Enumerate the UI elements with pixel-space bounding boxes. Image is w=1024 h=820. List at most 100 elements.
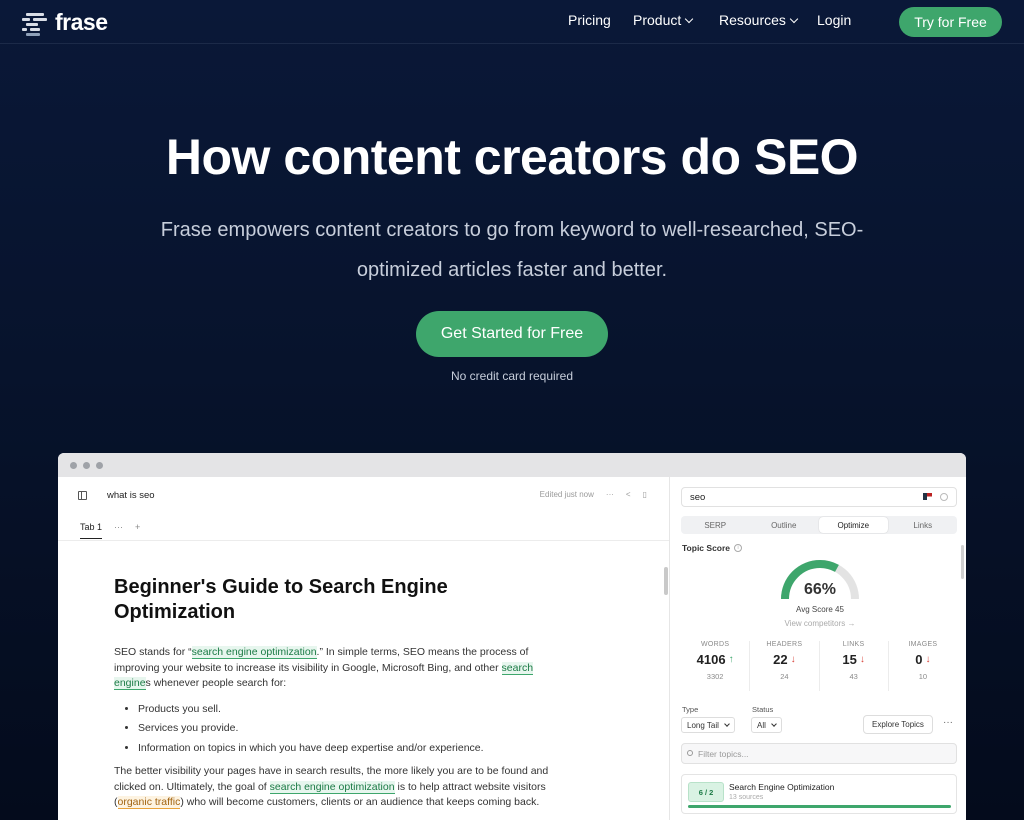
stat-value: 4106 <box>696 652 726 667</box>
stat-label: HEADERS <box>766 641 803 648</box>
window-titlebar <box>58 453 966 477</box>
tab-optimize[interactable]: Optimize <box>819 517 888 533</box>
status-value: All <box>757 720 766 730</box>
filter-topics-input[interactable]: Filter topics... <box>681 743 957 764</box>
saved-status: Edited just now <box>539 490 594 499</box>
tab-outline[interactable]: Outline <box>750 516 819 534</box>
info-icon[interactable]: i <box>734 544 743 552</box>
document-heading: Beginner's Guide to Search Engine Optimi… <box>114 576 448 623</box>
stat-images: IMAGES 0 ↓ 10 <box>889 641 957 691</box>
stat-value-row: 0 ↓ <box>889 652 957 667</box>
tab-more-icon[interactable]: ··· <box>114 522 123 532</box>
status-label: Status <box>752 705 774 714</box>
topic-progress-bar <box>688 805 951 808</box>
panel-icon[interactable]: ▯ <box>643 490 647 499</box>
app-preview-window: what is seo Edited just now ··· < ▯ Tab … <box>58 453 966 820</box>
editor-pane: what is seo Edited just now ··· < ▯ Tab … <box>58 477 670 820</box>
nav-product[interactable]: Product <box>633 12 694 28</box>
arrow-down-icon: ↓ <box>790 654 796 665</box>
text: ) who will become customers, clients or … <box>180 796 540 808</box>
topic-score-label: Topic Score i <box>682 543 743 553</box>
stat-target: 43 <box>849 672 858 681</box>
highlighted-term[interactable]: search engine optimization <box>191 646 317 659</box>
topic-count-badge: 6 / 2 <box>688 782 724 802</box>
optimize-panel: seo SERP Outline Optimize Links Topic Sc… <box>671 477 966 820</box>
stat-target: 3302 <box>706 672 724 681</box>
frase-logo-icon <box>22 11 48 36</box>
more-icon[interactable]: ··· <box>606 490 614 499</box>
topic-score-text: Topic Score <box>682 543 731 553</box>
hero-title: How content creators do SEO <box>165 129 859 185</box>
panel-scrollbar[interactable] <box>961 545 964 579</box>
highlighted-term[interactable]: organic traffic <box>117 796 181 809</box>
avg-score: Avg Score 45 <box>796 605 844 614</box>
logo[interactable]: frase <box>22 9 108 36</box>
topic-title: Search Engine Optimization <box>729 782 835 792</box>
stat-target: 24 <box>780 672 789 681</box>
settings-icon[interactable] <box>940 493 948 501</box>
stat-value-row: 4106 ↑ <box>681 652 749 667</box>
topic-score-value: 66% <box>803 581 837 598</box>
filter-placeholder: Filter topics... <box>698 748 749 759</box>
nav-login[interactable]: Login <box>817 12 851 28</box>
arrow-up-icon: ↑ <box>728 654 734 665</box>
tab-1[interactable]: Tab 1 <box>80 514 103 539</box>
get-started-button[interactable]: Get Started for Free <box>416 311 608 357</box>
nav-pricing-label: Pricing <box>568 12 611 28</box>
stat-value-row: 15 ↓ <box>820 652 888 667</box>
type-select[interactable]: Long Tail <box>681 717 735 733</box>
paragraph-2: The better visibility your pages have in… <box>114 764 559 811</box>
stat-links: LINKS 15 ↓ 43 <box>820 641 889 691</box>
topic-sources: 13 sources <box>729 794 764 801</box>
stat-words: WORDS 4106 ↑ 3302 <box>681 641 751 691</box>
window-dot <box>96 461 103 469</box>
text: s whenever people search for: <box>145 677 287 689</box>
chevron-down-icon <box>724 721 730 727</box>
editor-toolbar-right: Edited just now ··· < ▯ <box>540 490 647 499</box>
tab-links[interactable]: Links <box>889 516 958 534</box>
editor-scrollbar[interactable] <box>664 567 668 595</box>
stat-label: WORDS <box>700 641 730 648</box>
nav-product-label: Product <box>633 12 682 28</box>
keyword-search-input[interactable]: seo <box>681 487 957 507</box>
text: SEO stands for “ <box>114 646 192 658</box>
nav-resources[interactable]: Resources <box>719 12 799 28</box>
highlighted-term[interactable]: search engine optimization <box>269 780 395 794</box>
paragraph-1: SEO stands for “search engine optimizati… <box>114 645 559 692</box>
stat-label: IMAGES <box>908 641 938 648</box>
nav-login-label: Login <box>817 12 852 28</box>
try-for-free-button[interactable]: Try for Free <box>899 7 1002 37</box>
nav-pricing[interactable]: Pricing <box>568 12 611 28</box>
type-value: Long Tail <box>687 720 719 730</box>
content-stats: WORDS 4106 ↑ 3302 HEADERS 22 ↓ 24 LINKS 15… <box>681 641 957 691</box>
document-title[interactable]: what is seo <box>107 490 155 501</box>
window-dot <box>70 461 77 469</box>
panel-tabs: SERP Outline Optimize Links <box>681 516 957 534</box>
more-options-icon[interactable]: ··· <box>943 717 953 728</box>
bullet-list: Products you sell. Services you provide.… <box>138 700 613 759</box>
keyword-value: seo <box>690 491 706 503</box>
top-nav: frase Pricing Product Resources Login Tr… <box>0 0 1024 44</box>
list-item: Products you sell. <box>138 700 613 720</box>
editor-toolbar: what is seo Edited just now ··· < ▯ <box>58 477 669 513</box>
arrow-down-icon: ↓ <box>859 654 865 665</box>
share-icon[interactable]: < <box>626 490 631 499</box>
list-item: Services you provide. <box>138 719 613 739</box>
chevron-down-icon <box>789 14 799 23</box>
us-flag-icon[interactable] <box>923 493 932 500</box>
document-body[interactable]: Beginner's Guide to Search Engine Optimi… <box>58 541 669 811</box>
sidebar-toggle-icon[interactable] <box>78 490 87 500</box>
hero-subtitle: Frase empowers content creators to go fr… <box>160 219 864 281</box>
tab-serp[interactable]: SERP <box>681 516 750 534</box>
stat-value: 0 <box>915 652 923 667</box>
status-select[interactable]: All <box>751 717 782 733</box>
add-tab-icon[interactable]: + <box>135 522 140 532</box>
chevron-down-icon <box>771 721 777 727</box>
view-competitors-link[interactable]: View competitors → <box>757 619 883 628</box>
explore-topics-button[interactable]: Explore Topics <box>863 715 933 734</box>
window-dot <box>83 461 90 469</box>
type-label: Type <box>682 705 699 714</box>
topic-item[interactable]: 6 / 2 Search Engine Optimization 13 sour… <box>681 774 957 814</box>
arrow-down-icon: ↓ <box>925 654 931 665</box>
stat-value-row: 22 ↓ <box>750 652 818 667</box>
